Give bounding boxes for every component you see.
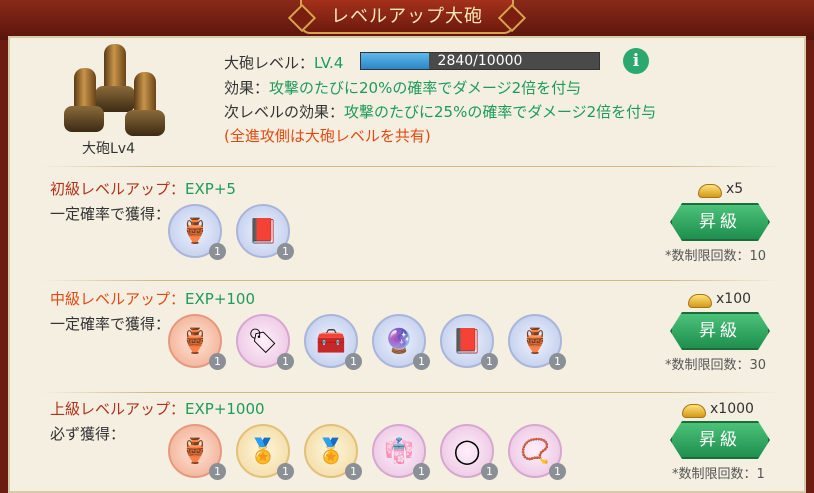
gold-ingot-icon [688,294,712,308]
main-panel: 大砲Lv4 大砲レベル：LV.4 2840/10000 i 効果：攻撃のたびに2… [8,36,806,493]
tier-advanced-header: 上級レベルアップ：EXP+1000 [50,398,265,419]
tier-advanced-name: 上級レベルアップ： [50,400,186,418]
reward-item[interactable]: 🏺 1 [168,314,226,370]
next-effect-row: 次レベルの効果：攻撃のたびに25%の確率でダメージ2倍を付与 [224,101,656,122]
reward-quantity-badge: 1 [277,463,294,480]
tier-intermediate-limit: *数制限回数：30 [665,358,767,373]
tier-advanced-exp: EXP+1000 [185,400,265,418]
effect-text: 攻撃のたびに20%の確率でダメージ2倍を付与 [269,79,582,97]
reward-quantity-badge: 1 [209,463,226,480]
tier-intermediate-exp: EXP+100 [185,290,256,308]
reward-item[interactable]: 🏅 1 [236,424,294,480]
reward-item[interactable]: 🏷 1 [236,314,294,370]
info-icon[interactable]: i [623,48,649,74]
next-effect-text: 攻撃のたびに25%の確率でダメージ2倍を付与 [344,103,657,121]
shared-level-note: (全進攻側は大砲レベルを共有) [224,127,431,145]
reward-quantity-badge: 1 [345,353,362,370]
tier-basic-limit: *数制限回数：10 [665,249,767,264]
tier-intermediate-reward-label: 一定確率で獲得： [50,315,171,333]
tier-basic-exp: EXP+5 [185,180,236,198]
reward-quantity-badge: 1 [209,243,226,260]
tier-intermediate-upgrade-button[interactable]: 昇級 [670,312,770,350]
reward-quantity-badge: 1 [345,463,362,480]
reward-quantity-badge: 1 [413,463,430,480]
reward-item[interactable]: 🔮 1 [372,314,430,370]
reward-item[interactable]: 🏺 1 [168,424,226,480]
reward-item[interactable]: 📿 1 [508,424,566,480]
divider [40,392,780,393]
tier-basic-reward-label: 一定確率で獲得： [50,205,171,223]
next-effect-label: 次レベルの効果： [224,103,345,121]
window-title: レベルアップ大砲 [300,0,514,34]
reward-item[interactable]: 👘 1 [372,424,430,480]
effect-label: 効果： [224,79,270,97]
tier-basic-header: 初級レベルアップ：EXP+5 [50,178,236,199]
reward-quantity-badge: 1 [277,353,294,370]
reward-item[interactable]: 🏺 1 [508,314,566,370]
cannon-icon [60,42,170,152]
reward-quantity-badge: 1 [277,243,294,260]
reward-quantity-badge: 1 [549,463,566,480]
tier-advanced-limit: *数制限回数：1 [672,467,765,482]
level-value: LV.4 [314,54,344,72]
tier-intermediate-name: 中級レベルアップ： [50,290,186,308]
reward-item[interactable]: 🧰 1 [304,314,362,370]
divider [40,280,780,281]
effect-row: 効果：攻撃のたびに20%の確率でダメージ2倍を付与 [224,77,581,98]
level-label: 大砲レベル： [224,54,315,72]
exp-progress-text: 2840/10000 [437,53,523,69]
reward-item[interactable]: 📕 1 [236,204,294,260]
tier-intermediate-header: 中級レベルアップ：EXP+100 [50,288,255,309]
tier-basic-cost: x5 [726,181,744,197]
reward-quantity-badge: 1 [481,353,498,370]
reward-quantity-badge: 1 [481,463,498,480]
tier-advanced-upgrade-button[interactable]: 昇級 [670,421,770,459]
reward-item[interactable]: 🏅 1 [304,424,362,480]
reward-item[interactable]: 📕 1 [440,314,498,370]
tier-basic-name: 初級レベルアップ： [50,180,186,198]
reward-quantity-badge: 1 [209,353,226,370]
exp-progress-bar: 2840/10000 [360,52,600,70]
divider [40,166,780,167]
tier-intermediate-cost: x100 [716,291,752,307]
tier-advanced-cost: x1000 [710,401,754,417]
reward-item[interactable]: ◯ 1 [440,424,498,480]
reward-item[interactable]: 🏺 1 [168,204,226,260]
reward-quantity-badge: 1 [549,353,566,370]
reward-quantity-badge: 1 [413,353,430,370]
level-row: 大砲レベル：LV.4 [224,52,343,73]
gold-ingot-icon [698,184,722,198]
tier-basic-upgrade-button[interactable]: 昇級 [670,203,770,241]
gold-ingot-icon [682,404,706,418]
tier-advanced-reward-label: 必ず獲得： [50,425,126,443]
cannon-level-caption: 大砲Lv4 [82,141,135,157]
